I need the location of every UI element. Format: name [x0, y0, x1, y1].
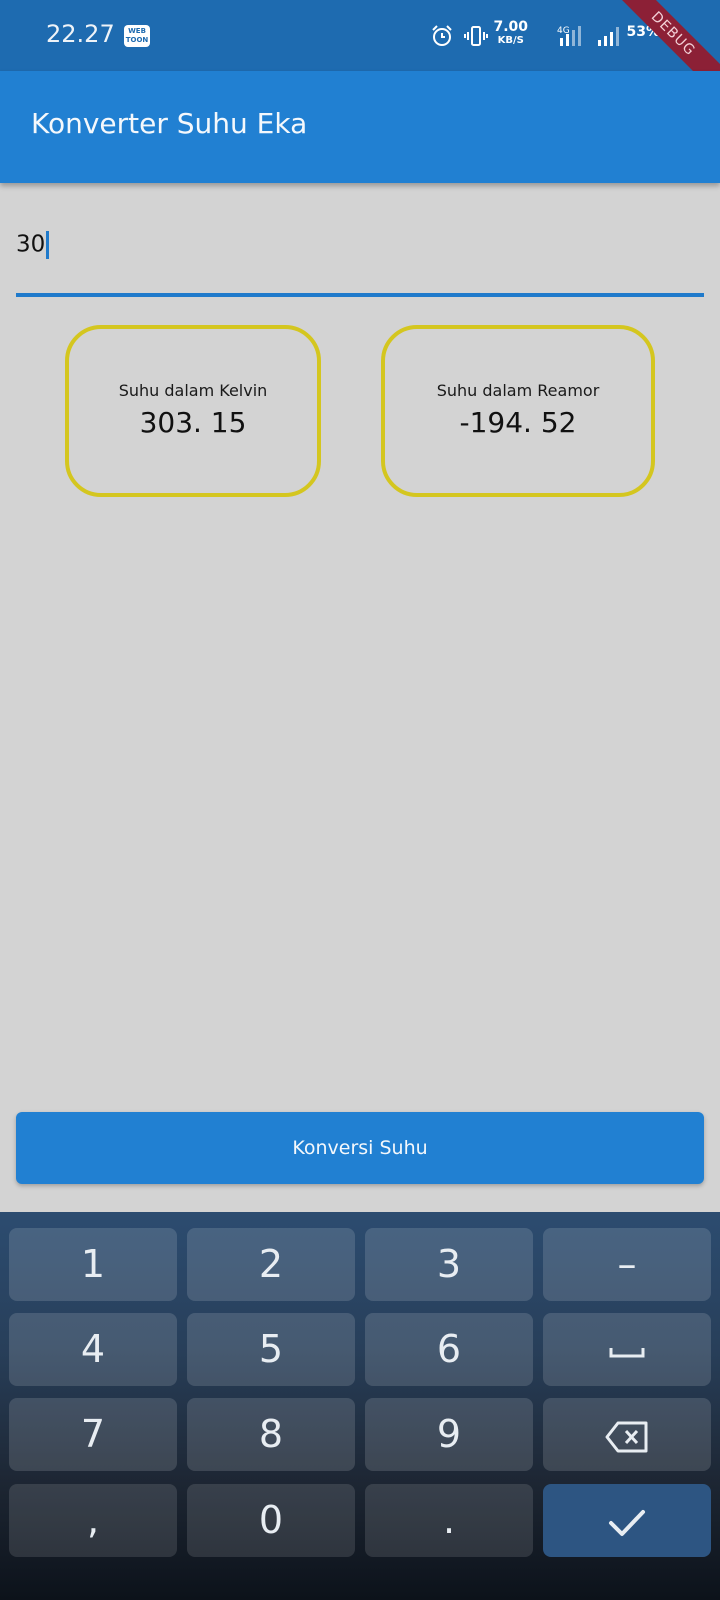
alarm-icon [432, 25, 452, 46]
key-0[interactable]: 0 [187, 1484, 355, 1557]
key-8[interactable]: 8 [187, 1398, 355, 1471]
status-bar: 22.27 WEB TOON 7.00 KB/S 4G 53% [0, 0, 720, 71]
key-1[interactable]: 1 [9, 1228, 177, 1301]
key-5[interactable]: 5 [187, 1313, 355, 1386]
celsius-input-value: 30 [16, 231, 46, 258]
key-space[interactable] [543, 1313, 711, 1386]
celsius-input[interactable]: 30 [16, 215, 704, 297]
page-title: Konverter Suhu Eka [31, 107, 308, 140]
key-2[interactable]: 2 [187, 1228, 355, 1301]
key-backspace[interactable] [543, 1398, 711, 1471]
signal-4g-icon: 4G [557, 26, 581, 46]
network-speed: 7.00 KB/S [493, 20, 528, 48]
kelvin-result-card: Suhu dalam Kelvin 303. 15 [65, 325, 321, 497]
key-done[interactable] [543, 1484, 711, 1557]
key-period[interactable]: . [365, 1484, 533, 1557]
key-minus[interactable]: – [543, 1228, 711, 1301]
reamor-label: Suhu dalam Reamor [436, 381, 600, 400]
signal-icon [598, 27, 619, 46]
space-icon [609, 1347, 645, 1357]
key-7[interactable]: 7 [9, 1398, 177, 1471]
key-6[interactable]: 6 [365, 1313, 533, 1386]
kelvin-value: 303. 15 [139, 406, 247, 439]
reamor-result-card: Suhu dalam Reamor -194. 52 [381, 325, 655, 497]
status-time: 22.27 [46, 20, 115, 48]
key-4[interactable]: 4 [9, 1313, 177, 1386]
network-speed-unit: KB/S [497, 35, 524, 46]
reamor-value: -194. 52 [459, 406, 577, 439]
key-9[interactable]: 9 [365, 1398, 533, 1471]
app-bar: Konverter Suhu Eka [0, 71, 720, 183]
convert-button[interactable]: Konversi Suhu [16, 1112, 704, 1184]
numeric-keyboard: 1 2 3 – 4 5 6 7 8 9 , 0 . [0, 1212, 720, 1600]
webtoon-icon: WEB TOON [124, 25, 150, 47]
vibrate-icon [464, 26, 488, 46]
webtoon-icon-text-1: WEB [128, 27, 146, 35]
key-comma[interactable]: , [9, 1484, 177, 1557]
webtoon-icon-text-2: TOON [125, 36, 149, 44]
kelvin-label: Suhu dalam Kelvin [118, 381, 268, 400]
key-3[interactable]: 3 [365, 1228, 533, 1301]
celsius-input-field[interactable]: 30 [16, 231, 50, 259]
backspace-icon [605, 1421, 648, 1452]
network-speed-value: 7.00 [493, 19, 528, 35]
checkmark-icon [609, 1509, 645, 1536]
text-cursor [46, 231, 50, 259]
